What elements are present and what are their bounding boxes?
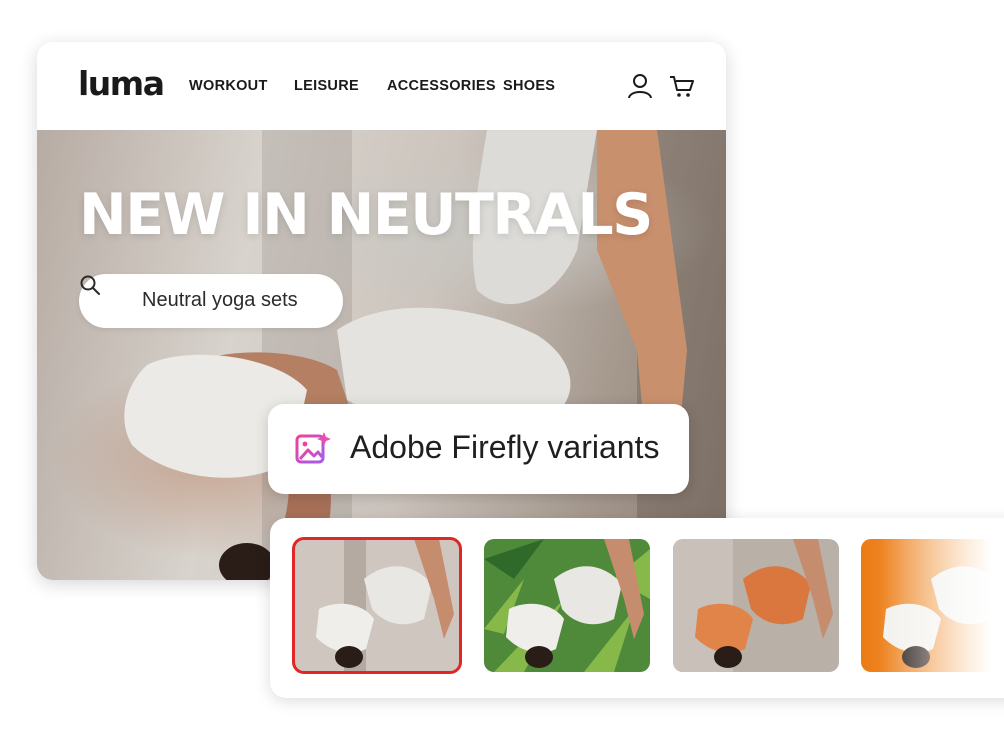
- firefly-variants-title: Adobe Firefly variants: [350, 429, 660, 465]
- nav-item-workout[interactable]: WORKOUT: [189, 78, 268, 94]
- search-icon: [80, 275, 100, 295]
- nav-item-accessories[interactable]: ACCESSORIES: [387, 78, 496, 94]
- variant-thumbnail-orange-outfit[interactable]: [673, 539, 839, 672]
- top-navigation: luma WORKOUT LEISURE ACCESSORIES SHOES: [37, 42, 726, 130]
- nav-item-leisure[interactable]: LEISURE: [294, 78, 359, 94]
- hero-headline: NEW IN NEUTRALS: [79, 182, 653, 248]
- variants-panel: [270, 518, 1004, 698]
- storefront-card: luma WORKOUT LEISURE ACCESSORIES SHOES N…: [37, 42, 726, 580]
- nav-item-shoes[interactable]: SHOES: [503, 78, 555, 94]
- search-pill[interactable]: Neutral yoga sets: [79, 274, 343, 328]
- firefly-image-icon: [295, 432, 331, 464]
- firefly-variants-label: Adobe Firefly variants: [268, 404, 689, 494]
- search-query: Neutral yoga sets: [142, 289, 298, 311]
- variant-thumbnail-orange-gradient[interactable]: [861, 539, 1004, 672]
- cart-icon[interactable]: [668, 72, 696, 100]
- luma-logo[interactable]: luma: [78, 64, 165, 103]
- hero-banner: NEW IN NEUTRALS Neutral yoga sets: [37, 130, 726, 580]
- user-icon[interactable]: [626, 72, 654, 100]
- variant-thumbnail-neutral[interactable]: [292, 537, 462, 674]
- variant-thumbnail-palm[interactable]: [484, 539, 650, 672]
